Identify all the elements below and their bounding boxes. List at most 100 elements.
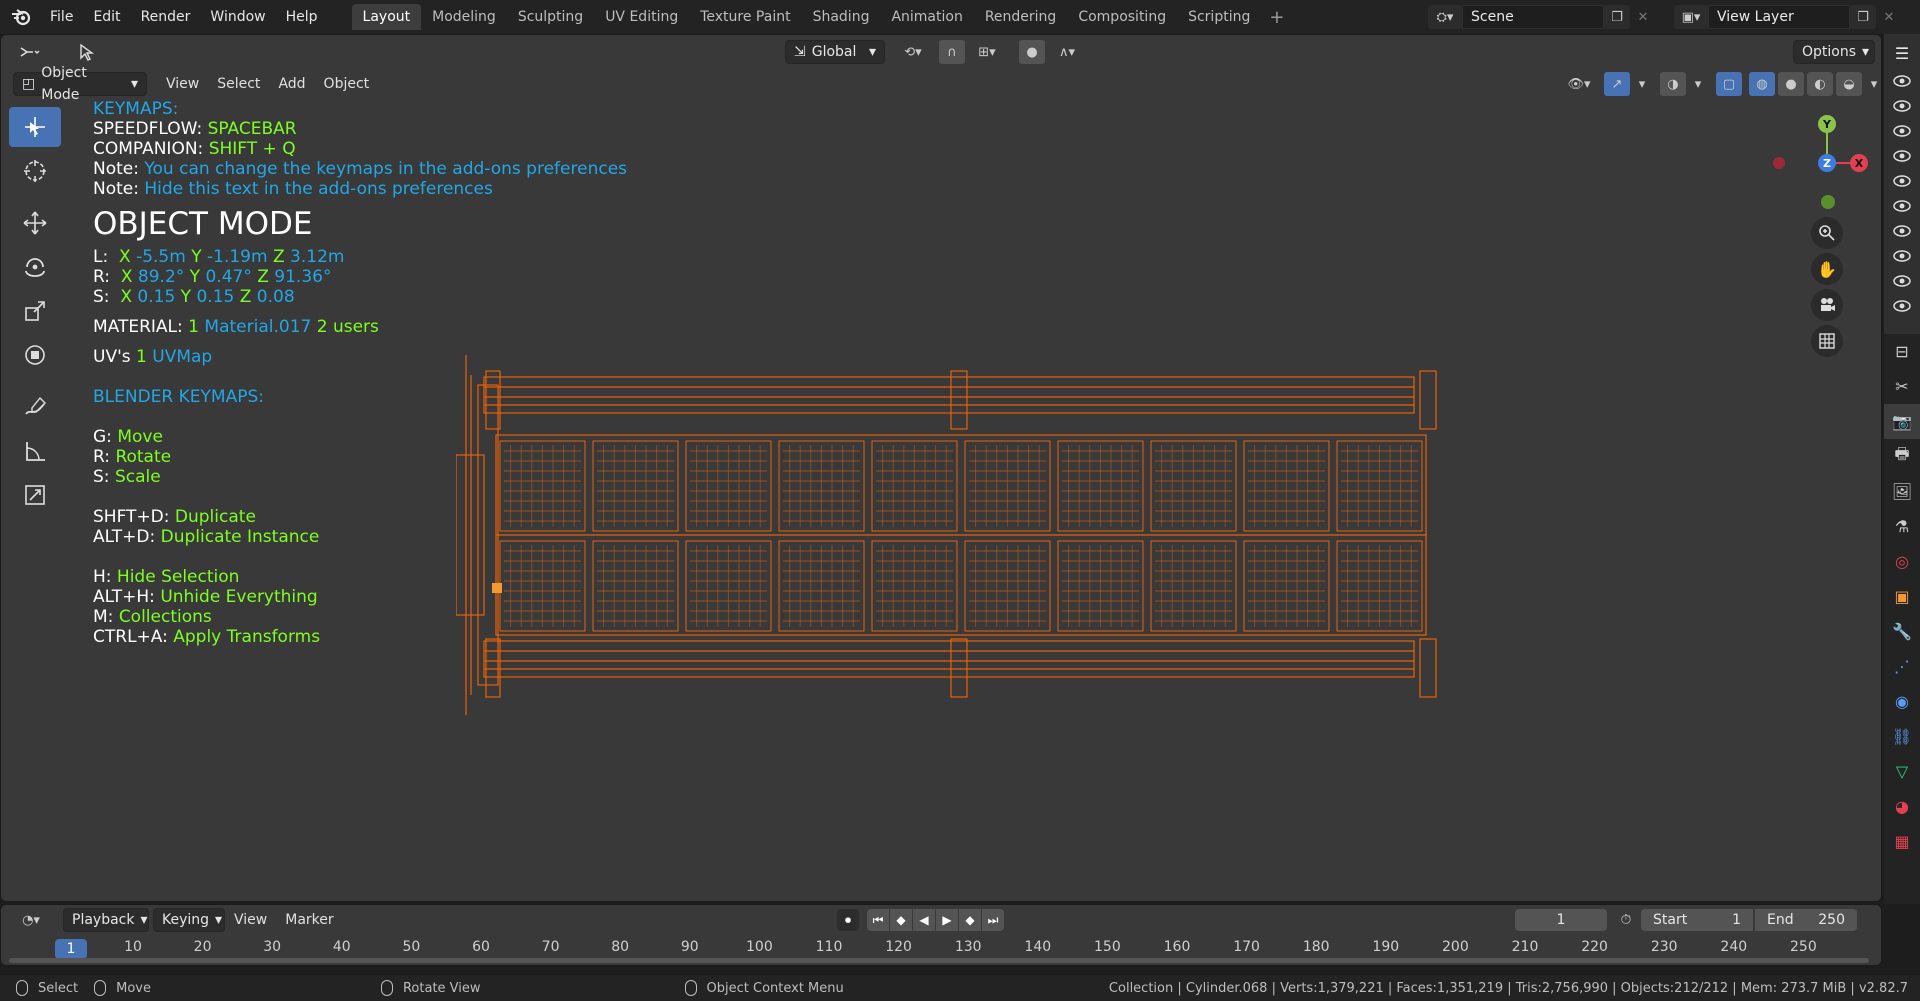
view-layer-name-field[interactable]: View Layer bbox=[1708, 5, 1850, 29]
tab-sculpting[interactable]: Sculpting bbox=[507, 4, 594, 30]
orientation-dropdown[interactable]: ⇲ Global ▾ bbox=[785, 40, 885, 64]
tab-layout[interactable]: Layout bbox=[351, 4, 422, 30]
view-layer-properties-icon[interactable]: 🖼 bbox=[1884, 474, 1920, 509]
eye-icon[interactable] bbox=[1884, 143, 1920, 168]
record-icon[interactable]: ⏺ bbox=[837, 909, 859, 931]
timeline-scrollbar[interactable] bbox=[9, 958, 1869, 963]
3d-viewport[interactable]: ⇲ Global ▾ ⟲▾ ∩ ⊞▾ ● ∧▾ Options ▾ ◰ Obje… bbox=[0, 34, 1882, 902]
wireframe-shading-icon[interactable]: ◍ bbox=[1749, 72, 1775, 96]
gizmo-y-axis[interactable]: Y bbox=[1818, 115, 1836, 133]
timeline-editor-type-icon[interactable]: ◔▾ bbox=[13, 908, 49, 932]
ortho-grid-icon[interactable] bbox=[1811, 325, 1843, 357]
texture-properties-icon[interactable]: ▦ bbox=[1884, 824, 1920, 859]
new-view-layer-icon[interactable]: ❐ bbox=[1850, 5, 1876, 29]
tab-shading[interactable]: Shading bbox=[802, 4, 881, 30]
gizmo-x-axis[interactable]: X bbox=[1850, 154, 1868, 172]
blender-logo-icon[interactable] bbox=[8, 4, 34, 30]
menu-object[interactable]: Object bbox=[315, 76, 379, 92]
physics-properties-icon[interactable]: ◉ bbox=[1884, 684, 1920, 719]
eye-icon[interactable] bbox=[1884, 118, 1920, 143]
view-layer-icon[interactable]: ▣▾ bbox=[1674, 5, 1708, 29]
add-cube-tool-icon[interactable] bbox=[9, 475, 61, 515]
stopwatch-icon[interactable]: ⏱ bbox=[1615, 912, 1637, 928]
snap-target-icon[interactable]: ⊞▾ bbox=[969, 40, 1005, 64]
playhead-frame[interactable]: 1 bbox=[55, 939, 87, 959]
material-properties-icon[interactable]: ◕ bbox=[1884, 789, 1920, 824]
playback-dropdown[interactable]: Playback ▾ bbox=[63, 908, 149, 932]
play-reverse-icon[interactable]: ◀ bbox=[913, 909, 935, 931]
constraints-properties-icon[interactable]: ⛓ bbox=[1884, 719, 1920, 754]
eye-icon[interactable] bbox=[1884, 193, 1920, 218]
eye-icon[interactable] bbox=[1884, 218, 1920, 243]
scale-tool-icon[interactable] bbox=[9, 291, 61, 331]
rotate-tool-icon[interactable] bbox=[9, 247, 61, 287]
gizmo-toggle-icon[interactable]: ↗ bbox=[1604, 72, 1630, 96]
timeline-menu-view[interactable]: View bbox=[225, 912, 276, 928]
modifier-properties-icon[interactable]: 🔧 bbox=[1884, 614, 1920, 649]
move-tool-icon[interactable] bbox=[9, 203, 61, 243]
start-frame-field[interactable]: Start 1 bbox=[1641, 909, 1753, 931]
eye-icon[interactable] bbox=[1884, 243, 1920, 268]
jump-start-icon[interactable]: ⏮ bbox=[867, 909, 889, 931]
jump-end-icon[interactable]: ⏭ bbox=[982, 909, 1004, 931]
timeline-frame-ruler[interactable]: 1 10 20 30 40 50 60 70 80 90 100 110 120 130 140 150 16… bbox=[1, 939, 1881, 959]
camera-view-icon[interactable] bbox=[1811, 289, 1843, 321]
tab-texture-paint[interactable]: Texture Paint bbox=[689, 4, 801, 30]
xray-toggle-icon[interactable]: ▢ bbox=[1716, 72, 1742, 96]
measure-tool-icon[interactable] bbox=[9, 431, 61, 471]
particles-properties-icon[interactable]: ⋰ bbox=[1884, 649, 1920, 684]
gizmo-z-axis[interactable]: Z bbox=[1818, 154, 1836, 172]
output-properties-icon[interactable]: 🖶 bbox=[1884, 439, 1920, 474]
solid-shading-icon[interactable]: ● bbox=[1778, 72, 1804, 96]
new-scene-icon[interactable]: ❐ bbox=[1604, 5, 1630, 29]
proportional-editing-icon[interactable]: ● bbox=[1019, 40, 1045, 64]
cursor-tool-icon[interactable] bbox=[9, 151, 61, 191]
options-dropdown[interactable]: Options ▾ bbox=[1793, 40, 1875, 64]
play-icon[interactable]: ▶ bbox=[936, 909, 958, 931]
data-properties-icon[interactable]: ▽ bbox=[1884, 754, 1920, 789]
eye-icon[interactable] bbox=[1884, 68, 1920, 93]
pan-hand-icon[interactable]: ✋ bbox=[1811, 253, 1843, 285]
select-box-tool-icon[interactable] bbox=[9, 107, 61, 147]
current-frame-field[interactable]: 1 bbox=[1515, 909, 1607, 931]
tab-animation[interactable]: Animation bbox=[880, 4, 973, 30]
mode-dropdown[interactable]: ◰ Object Mode ▾ bbox=[13, 65, 147, 103]
selected-object-wireframe[interactable] bbox=[456, 355, 1446, 715]
transform-pivot-icon[interactable] bbox=[73, 40, 99, 64]
keying-dropdown[interactable]: Keying ▾ bbox=[153, 908, 225, 932]
snap-magnet-icon[interactable]: ∩ bbox=[939, 40, 965, 64]
menu-render[interactable]: Render bbox=[131, 0, 201, 34]
properties-toggle-icon[interactable]: ⊟ bbox=[1884, 334, 1920, 369]
chevron-down-icon[interactable]: ▾ bbox=[1689, 72, 1707, 96]
menu-add[interactable]: Add bbox=[269, 76, 314, 92]
pivot-point-icon[interactable]: ⟲▾ bbox=[895, 40, 931, 64]
zoom-view-icon[interactable] bbox=[1811, 217, 1843, 249]
render-properties-icon[interactable]: 📷 bbox=[1884, 404, 1920, 439]
remove-view-layer-icon[interactable]: ✕ bbox=[1876, 5, 1902, 29]
scene-properties-icon[interactable]: ⚗ bbox=[1884, 509, 1920, 544]
overlays-toggle-icon[interactable]: ◑ bbox=[1660, 72, 1686, 96]
transform-tool-icon[interactable] bbox=[9, 335, 61, 375]
menu-view[interactable]: View bbox=[157, 76, 208, 92]
timeline-menu-marker[interactable]: Marker bbox=[276, 912, 342, 928]
gizmo-neg-y-dot[interactable] bbox=[1821, 195, 1835, 209]
object-properties-icon[interactable]: ▣ bbox=[1884, 579, 1920, 614]
visibility-icon[interactable]: 👁▾ bbox=[1561, 72, 1597, 96]
prev-keyframe-icon[interactable]: ◆ bbox=[890, 909, 912, 931]
menu-help[interactable]: Help bbox=[276, 0, 328, 34]
tab-scripting[interactable]: Scripting bbox=[1177, 4, 1261, 30]
add-workspace-plus-icon[interactable]: + bbox=[1261, 7, 1292, 28]
menu-window[interactable]: Window bbox=[200, 0, 275, 34]
menu-edit[interactable]: Edit bbox=[83, 0, 130, 34]
chevron-down-icon[interactable]: ▾ bbox=[1865, 72, 1881, 96]
scene-icon[interactable]: ⛭▾ bbox=[1428, 5, 1462, 29]
tab-uv-editing[interactable]: UV Editing bbox=[594, 4, 689, 30]
outliner-filter-icon[interactable]: ☰ bbox=[1884, 38, 1920, 68]
scene-name-field[interactable]: Scene bbox=[1462, 5, 1604, 29]
tab-modeling[interactable]: Modeling bbox=[421, 4, 507, 30]
eye-icon[interactable] bbox=[1884, 293, 1920, 318]
eye-icon[interactable] bbox=[1884, 93, 1920, 118]
end-frame-field[interactable]: End 250 bbox=[1755, 909, 1857, 931]
material-shading-icon[interactable]: ◐ bbox=[1807, 72, 1833, 96]
menu-file[interactable]: File bbox=[40, 0, 83, 34]
